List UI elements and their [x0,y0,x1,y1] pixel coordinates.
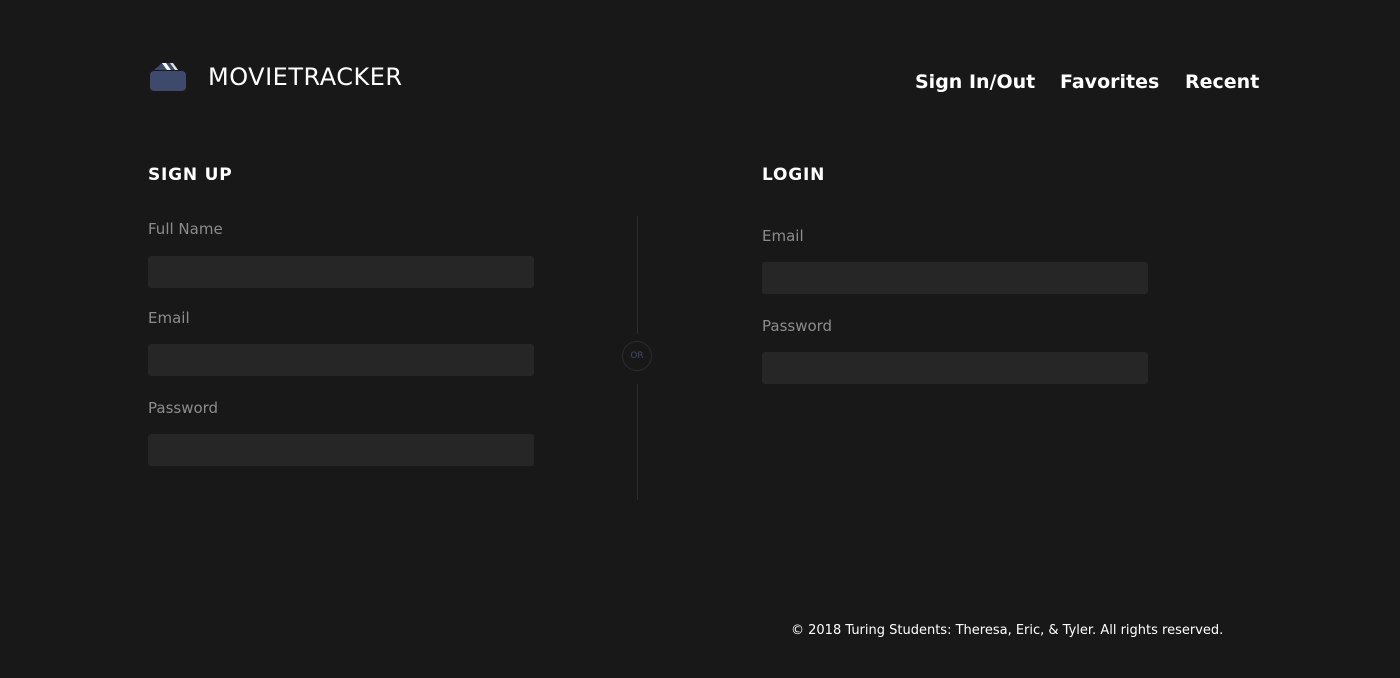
nav-favorites[interactable]: Favorites [1060,70,1159,94]
signup-full-name-label: Full Name [148,220,223,238]
signup-email-label: Email [148,309,190,327]
login-password-label: Password [762,317,833,335]
divider-or-badge: OR [622,341,652,371]
site-header: MOVIETRACKER Sign In/Out Favorites Recen… [0,0,1400,130]
nav-sign-in-out[interactable]: Sign In/Out [915,70,1035,94]
login-email-input[interactable] [762,262,1148,294]
signup-password-label: Password [148,399,219,417]
movie-clapper-icon [150,63,186,91]
signup-password-input[interactable] [148,434,534,466]
brand-name: MOVIETRACKER [208,63,403,91]
divider-line-bottom [637,384,638,500]
brand[interactable]: MOVIETRACKER [148,60,403,94]
signup-email-input[interactable] [148,344,534,376]
signup-title: SIGN UP [148,165,233,185]
signup-full-name-input[interactable] [148,256,534,288]
footer-copyright: © 2018 Turing Students: Theresa, Eric, &… [791,623,1224,638]
login-email-label: Email [762,227,804,245]
login-title: LOGIN [762,165,826,185]
login-password-input[interactable] [762,352,1148,384]
nav-recent[interactable]: Recent [1185,70,1259,94]
divider-line-top [637,216,638,334]
